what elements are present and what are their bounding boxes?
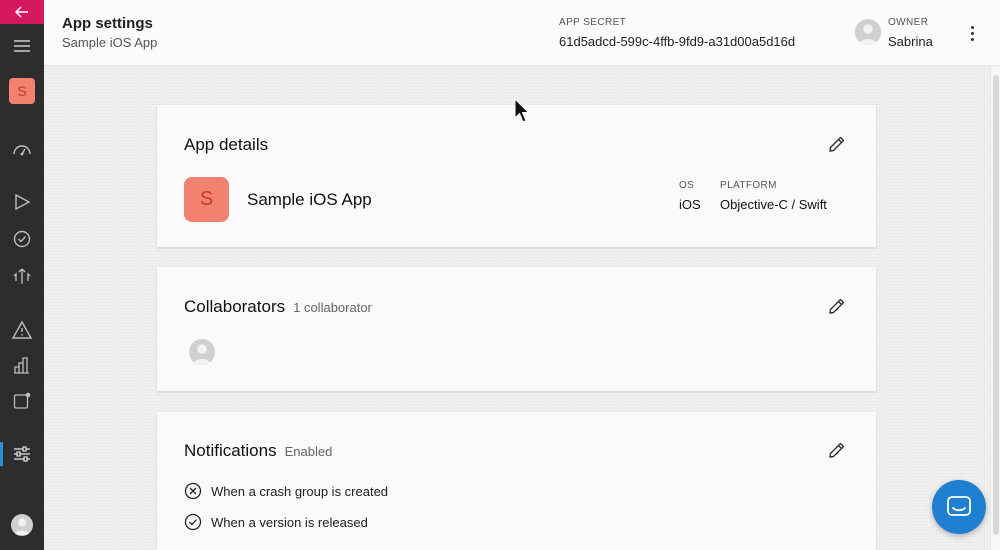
nav-push[interactable]	[0, 391, 44, 411]
menu-button[interactable]	[0, 38, 44, 54]
person-icon	[193, 344, 211, 365]
owner-label: OWNER	[888, 17, 929, 28]
check-circle-icon	[184, 513, 202, 531]
warning-icon	[12, 321, 32, 339]
edit-app-details-button[interactable]	[826, 133, 848, 155]
pencil-icon	[829, 298, 845, 314]
play-build-icon	[15, 193, 31, 211]
more-options-button[interactable]	[962, 20, 982, 46]
settings-sliders-icon	[14, 446, 30, 462]
edit-notifications-button[interactable]	[826, 439, 848, 461]
analytics-bars-icon	[14, 357, 29, 374]
nav-settings[interactable]	[0, 444, 44, 464]
os-value: iOS	[679, 197, 701, 212]
platform-label: PLATFORM	[720, 180, 777, 191]
page-title: App settings	[62, 15, 153, 32]
left-nav-rail: S	[0, 0, 44, 550]
app-secret-value[interactable]: 61d5adcd-599c-4ffb-9fd9-a31d00a5d16d	[559, 34, 795, 49]
notification-item: When a crash group is created	[184, 482, 388, 500]
pencil-icon	[829, 442, 845, 458]
nav-dashboard[interactable]	[0, 140, 44, 158]
owner-avatar	[855, 19, 881, 45]
scrollbar[interactable]	[990, 67, 1000, 550]
collaborators-card: Collaborators 1 collaborator	[157, 267, 876, 391]
chat-icon	[947, 496, 971, 516]
collaborators-heading: Collaborators 1 collaborator	[184, 297, 372, 317]
dashboard-gauge-icon	[13, 145, 31, 156]
app-details-card: App details S Sample iOS App OS iOS PLAT…	[157, 105, 876, 247]
os-label: OS	[679, 180, 695, 191]
x-circle-icon	[184, 482, 202, 500]
scrollbar-thumb[interactable]	[993, 75, 999, 535]
owner-name: Sabrina	[888, 34, 933, 49]
back-button[interactable]	[0, 0, 44, 24]
edit-collaborators-button[interactable]	[826, 295, 848, 317]
pencil-icon	[829, 136, 845, 152]
collaborator-count: 1 collaborator	[293, 300, 372, 315]
nav-analytics[interactable]	[0, 355, 44, 375]
app-details-heading: App details	[184, 135, 269, 154]
back-arrow-icon	[15, 6, 28, 18]
app-avatar: S	[9, 78, 35, 104]
more-vertical-icon	[970, 25, 974, 29]
page-subtitle: Sample iOS App	[62, 35, 158, 50]
nav-build[interactable]	[0, 193, 44, 211]
nav-diagnostics[interactable]	[0, 320, 44, 340]
nav-test[interactable]	[0, 229, 44, 249]
chat-support-button[interactable]	[932, 480, 986, 534]
page-header: App settings Sample iOS App APP SECRET 6…	[44, 0, 1000, 66]
app-name: Sample iOS App	[247, 190, 372, 209]
nav-distribute[interactable]	[0, 264, 44, 286]
notification-item: When a version is released	[184, 513, 368, 531]
notification-item-label: When a version is released	[211, 514, 368, 530]
notifications-title: Notifications	[184, 441, 277, 460]
check-circle-icon	[13, 230, 31, 248]
distribute-icon	[13, 268, 31, 284]
user-avatar-icon	[11, 514, 33, 536]
notifications-status: Enabled	[284, 444, 333, 459]
notifications-heading: Notifications Enabled	[184, 441, 332, 461]
nav-account[interactable]	[0, 514, 44, 536]
notifications-card: Notifications Enabled When a crash group …	[157, 412, 876, 550]
app-switcher[interactable]: S	[0, 78, 44, 104]
push-notification-icon	[13, 392, 31, 409]
hamburger-menu-icon	[14, 40, 30, 52]
collaborator-avatar[interactable]	[189, 339, 215, 365]
app-icon-tile: S	[184, 177, 229, 222]
person-icon	[859, 24, 877, 45]
platform-value: Objective-C / Swift	[720, 197, 827, 212]
app-secret-label: APP SECRET	[559, 17, 627, 28]
notification-item-label: When a crash group is created	[211, 483, 389, 499]
mouse-cursor-icon	[514, 98, 530, 123]
collaborators-title: Collaborators	[184, 297, 286, 316]
